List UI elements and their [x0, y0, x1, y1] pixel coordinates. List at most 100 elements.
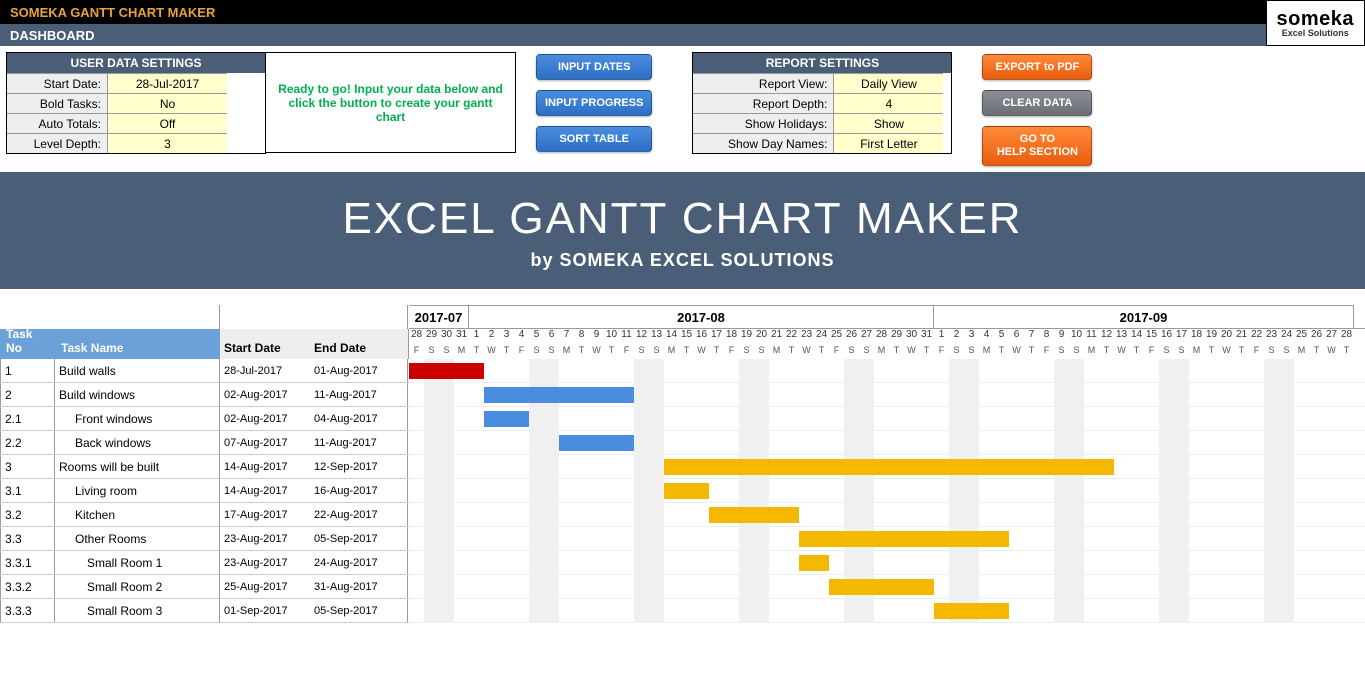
day-cell	[979, 503, 994, 527]
input-dates-button[interactable]: INPUT DATES	[536, 54, 652, 80]
start-date-cell[interactable]: 14-Aug-2017	[220, 479, 310, 502]
gantt-bar[interactable]	[409, 363, 484, 379]
gantt-bar[interactable]	[934, 603, 1009, 619]
end-date-cell[interactable]: 05-Sep-2017	[310, 527, 408, 550]
day-cell	[544, 359, 559, 383]
gantt-bar[interactable]	[799, 555, 829, 571]
day-cell	[574, 551, 589, 575]
end-date-cell[interactable]: 04-Aug-2017	[310, 407, 408, 430]
gantt-bar[interactable]	[484, 411, 529, 427]
day-cell	[604, 575, 619, 599]
timeline-row	[409, 503, 1365, 527]
task-no-cell[interactable]: 3.3.2	[0, 575, 55, 598]
export-pdf-button[interactable]: EXPORT to PDF	[982, 54, 1092, 80]
setting-value[interactable]: 3	[107, 133, 227, 153]
day-number: 9	[1054, 329, 1069, 345]
end-date-cell[interactable]: 11-Aug-2017	[310, 431, 408, 454]
task-no-cell[interactable]: 2.1	[0, 407, 55, 430]
end-date-cell[interactable]: 22-Aug-2017	[310, 503, 408, 526]
task-no-cell[interactable]: 3.2	[0, 503, 55, 526]
end-date-cell[interactable]: 16-Aug-2017	[310, 479, 408, 502]
setting-value[interactable]: Show	[833, 113, 943, 133]
task-name-cell[interactable]: Other Rooms	[55, 527, 220, 550]
clear-data-button[interactable]: CLEAR DATA	[982, 90, 1092, 116]
setting-value[interactable]: No	[107, 93, 227, 113]
day-cell	[559, 575, 574, 599]
start-date-cell[interactable]: 02-Aug-2017	[220, 383, 310, 406]
start-date-cell[interactable]: 25-Aug-2017	[220, 575, 310, 598]
day-cell	[1039, 383, 1054, 407]
day-cell	[1114, 455, 1129, 479]
gantt-bar[interactable]	[664, 483, 709, 499]
day-letter: S	[1159, 345, 1174, 359]
task-no-cell[interactable]: 3	[0, 455, 55, 478]
gantt-bar[interactable]	[664, 459, 1114, 475]
day-cell	[1024, 575, 1039, 599]
start-date-cell[interactable]: 28-Jul-2017	[220, 359, 310, 382]
start-date-cell[interactable]: 14-Aug-2017	[220, 455, 310, 478]
end-date-cell[interactable]: 31-Aug-2017	[310, 575, 408, 598]
task-name-cell[interactable]: Living room	[55, 479, 220, 502]
start-date-cell[interactable]: 07-Aug-2017	[220, 431, 310, 454]
table-row: 2.2Back windows07-Aug-201711-Aug-2017	[0, 431, 409, 455]
day-number: 16	[1159, 329, 1174, 345]
day-letter: T	[709, 345, 724, 359]
day-cell	[934, 551, 949, 575]
day-cell	[1174, 503, 1189, 527]
day-cell	[949, 479, 964, 503]
day-cell	[1129, 527, 1144, 551]
day-cell	[1144, 407, 1159, 431]
task-name-cell[interactable]: Back windows	[55, 431, 220, 454]
setting-value[interactable]: Daily View	[833, 73, 943, 93]
task-no-cell[interactable]: 3.3.1	[0, 551, 55, 574]
task-name-cell[interactable]: Small Room 3	[55, 599, 220, 622]
start-date-cell[interactable]: 17-Aug-2017	[220, 503, 310, 526]
day-cell	[934, 431, 949, 455]
task-name-cell[interactable]: Kitchen	[55, 503, 220, 526]
setting-value[interactable]: 28-Jul-2017	[107, 73, 227, 93]
day-cell	[469, 479, 484, 503]
task-name-cell[interactable]: Build walls	[55, 359, 220, 382]
day-cell	[724, 551, 739, 575]
task-no-cell[interactable]: 3.3	[0, 527, 55, 550]
day-cell	[784, 407, 799, 431]
setting-value[interactable]: First Letter	[833, 133, 943, 153]
day-cell	[409, 599, 424, 623]
task-name-cell[interactable]: Small Room 1	[55, 551, 220, 574]
day-cell	[1339, 503, 1354, 527]
sort-table-button[interactable]: SORT TABLE	[536, 126, 652, 152]
task-name-cell[interactable]: Build windows	[55, 383, 220, 406]
day-cell	[499, 599, 514, 623]
end-date-cell[interactable]: 01-Aug-2017	[310, 359, 408, 382]
start-date-cell[interactable]: 01-Sep-2017	[220, 599, 310, 622]
gantt-bar[interactable]	[559, 435, 634, 451]
day-cell	[1009, 407, 1024, 431]
task-no-cell[interactable]: 3.1	[0, 479, 55, 502]
task-no-cell[interactable]: 1	[0, 359, 55, 382]
task-name-cell[interactable]: Rooms will be built	[55, 455, 220, 478]
day-letter: M	[559, 345, 574, 359]
start-date-cell[interactable]: 23-Aug-2017	[220, 551, 310, 574]
day-number: 26	[1309, 329, 1324, 345]
input-progress-button[interactable]: INPUT PROGRESS	[536, 90, 652, 116]
start-date-cell[interactable]: 23-Aug-2017	[220, 527, 310, 550]
task-name-cell[interactable]: Small Room 2	[55, 575, 220, 598]
task-no-cell[interactable]: 2.2	[0, 431, 55, 454]
end-date-cell[interactable]: 11-Aug-2017	[310, 383, 408, 406]
setting-value[interactable]: 4	[833, 93, 943, 113]
gantt-bar[interactable]	[709, 507, 799, 523]
help-button[interactable]: GO TOHELP SECTION	[982, 126, 1092, 166]
end-date-cell[interactable]: 05-Sep-2017	[310, 599, 408, 622]
start-date-cell[interactable]: 02-Aug-2017	[220, 407, 310, 430]
task-no-cell[interactable]: 2	[0, 383, 55, 406]
day-cell	[1264, 359, 1279, 383]
gantt-bar[interactable]	[799, 531, 1009, 547]
gantt-bar[interactable]	[829, 579, 934, 595]
day-cell	[709, 551, 724, 575]
gantt-bar[interactable]	[484, 387, 634, 403]
task-name-cell[interactable]: Front windows	[55, 407, 220, 430]
setting-value[interactable]: Off	[107, 113, 227, 133]
task-no-cell[interactable]: 3.3.3	[0, 599, 55, 622]
end-date-cell[interactable]: 12-Sep-2017	[310, 455, 408, 478]
end-date-cell[interactable]: 24-Aug-2017	[310, 551, 408, 574]
